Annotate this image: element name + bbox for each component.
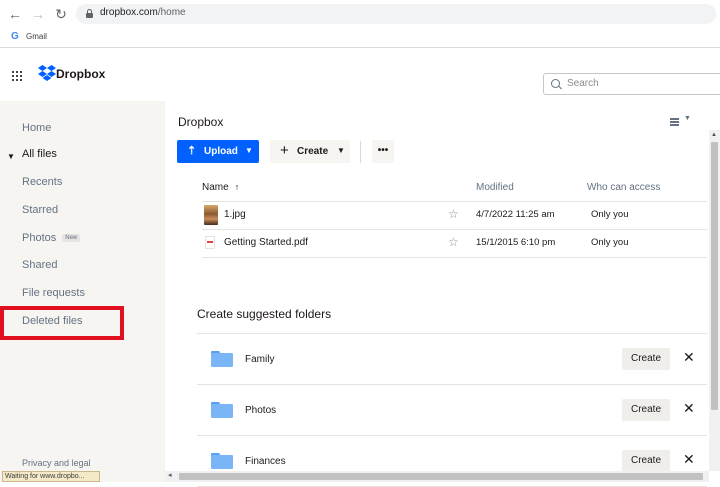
sidebar-item-photos[interactable]: Photos New (22, 232, 81, 244)
create-label: Create (297, 146, 329, 157)
privacy-legal-link[interactable]: Privacy and legal (22, 458, 91, 468)
plus-icon: + (280, 142, 289, 159)
chevron-down-icon: ▼ (245, 146, 253, 155)
suggested-folder-name: Photos (245, 405, 277, 416)
suggested-folder-name: Family (245, 354, 275, 365)
search-input[interactable]: Search (543, 73, 720, 95)
suggested-folders-title: Create suggested folders (197, 307, 332, 321)
sort-ascending-icon[interactable]: ↑ (235, 182, 240, 192)
breadcrumb[interactable]: Dropbox (178, 115, 223, 129)
vertical-scrollbar[interactable]: ▲ (709, 130, 720, 471)
file-name[interactable]: 1.jpg (224, 209, 246, 220)
toolbar-divider (360, 141, 361, 163)
upload-icon: ⇡ (187, 145, 197, 157)
create-folder-button[interactable]: Create (622, 399, 670, 421)
upload-label: Upload (204, 146, 238, 157)
sidebar-item-starred[interactable]: Starred (22, 204, 58, 216)
brand-name[interactable]: Dropbox (56, 67, 105, 81)
create-folder-button[interactable]: Create (622, 450, 670, 472)
create-button[interactable]: + Create ▼ (270, 140, 350, 163)
sidebar-item-file-requests[interactable]: File requests (22, 287, 85, 299)
more-options-button[interactable]: ••• (372, 140, 394, 163)
browser-status-bar: Waiting for www.dropbo... (2, 471, 100, 482)
vertical-scroll-thumb[interactable] (711, 142, 718, 410)
scroll-left-icon[interactable]: ◂ (168, 471, 172, 479)
file-access: Only you (591, 237, 629, 248)
pdf-icon (205, 236, 215, 249)
horizontal-scrollbar[interactable]: ◂ (165, 471, 709, 482)
folder-icon (211, 351, 233, 367)
url-text: dropbox.com/home (100, 7, 186, 18)
main-content: Dropbox ▼ ⇡ Upload ▼ + Create ▼ ••• Name… (165, 101, 720, 487)
scroll-up-icon[interactable]: ▲ (711, 132, 717, 138)
column-header-name[interactable]: Name ↑ (202, 182, 239, 193)
file-access: Only you (591, 209, 629, 220)
table-row[interactable]: 1.jpg ☆ 4/7/2022 11:25 am Only you (202, 202, 707, 230)
sidebar-item-all-files[interactable]: All files (22, 148, 57, 160)
folder-icon (211, 453, 233, 469)
chevron-down-icon: ▼ (337, 146, 345, 155)
forward-icon[interactable]: → (30, 6, 46, 22)
sidebar-item-home[interactable]: Home (22, 122, 51, 134)
suggested-folder-row: Family Create ✕ (197, 334, 707, 385)
deleted-files-highlight-box (0, 306, 124, 340)
upload-button[interactable]: ⇡ Upload ▼ (177, 140, 259, 163)
app-header: Dropbox Search (0, 49, 720, 101)
gmail-bookmark-icon[interactable]: G (11, 31, 19, 42)
browser-toolbar: ← → ↻ dropbox.com/home (0, 0, 720, 28)
close-icon[interactable]: ✕ (683, 451, 695, 468)
star-icon[interactable]: ☆ (448, 207, 459, 221)
dropbox-logo-icon[interactable] (38, 65, 56, 81)
gmail-bookmark[interactable]: Gmail (26, 32, 47, 41)
sidebar-item-photos-label: Photos (22, 232, 57, 244)
lock-icon (86, 9, 93, 18)
image-thumbnail (204, 205, 218, 225)
address-bar[interactable]: dropbox.com/home (76, 4, 716, 24)
app-grid-icon[interactable] (12, 71, 22, 81)
close-icon[interactable]: ✕ (683, 349, 695, 366)
sidebar-item-recents[interactable]: Recents (22, 176, 62, 188)
horizontal-scroll-thumb[interactable] (179, 473, 703, 480)
suggested-folder-name: Finances (245, 456, 286, 467)
star-icon[interactable]: ☆ (448, 235, 459, 249)
file-modified: 4/7/2022 11:25 am (476, 209, 555, 220)
close-icon[interactable]: ✕ (683, 400, 695, 417)
column-header-access[interactable]: Who can access (587, 182, 660, 193)
suggested-folder-row: Photos Create ✕ (197, 385, 707, 436)
bookmarks-bar: G Gmail (0, 28, 720, 48)
table-row[interactable]: Getting Started.pdf ☆ 15/1/2015 6:10 pm … (202, 230, 707, 258)
back-icon[interactable]: ← (7, 6, 23, 22)
file-modified: 15/1/2015 6:10 pm (476, 237, 556, 248)
create-folder-button[interactable]: Create (622, 348, 670, 370)
search-placeholder: Search (567, 78, 599, 89)
folder-icon (211, 402, 233, 418)
chevron-down-icon: ▼ (684, 115, 691, 122)
search-icon (551, 79, 560, 88)
file-name[interactable]: Getting Started.pdf (224, 237, 308, 248)
sidebar-item-shared[interactable]: Shared (22, 259, 57, 271)
reload-icon[interactable]: ↻ (53, 6, 69, 22)
column-name-label: Name (202, 182, 229, 193)
new-badge: New (62, 234, 81, 242)
column-header-modified[interactable]: Modified (476, 182, 514, 193)
list-view-icon (670, 118, 679, 126)
view-toggle[interactable]: ▼ (670, 115, 696, 128)
chevron-down-icon[interactable]: ▼ (7, 152, 15, 161)
